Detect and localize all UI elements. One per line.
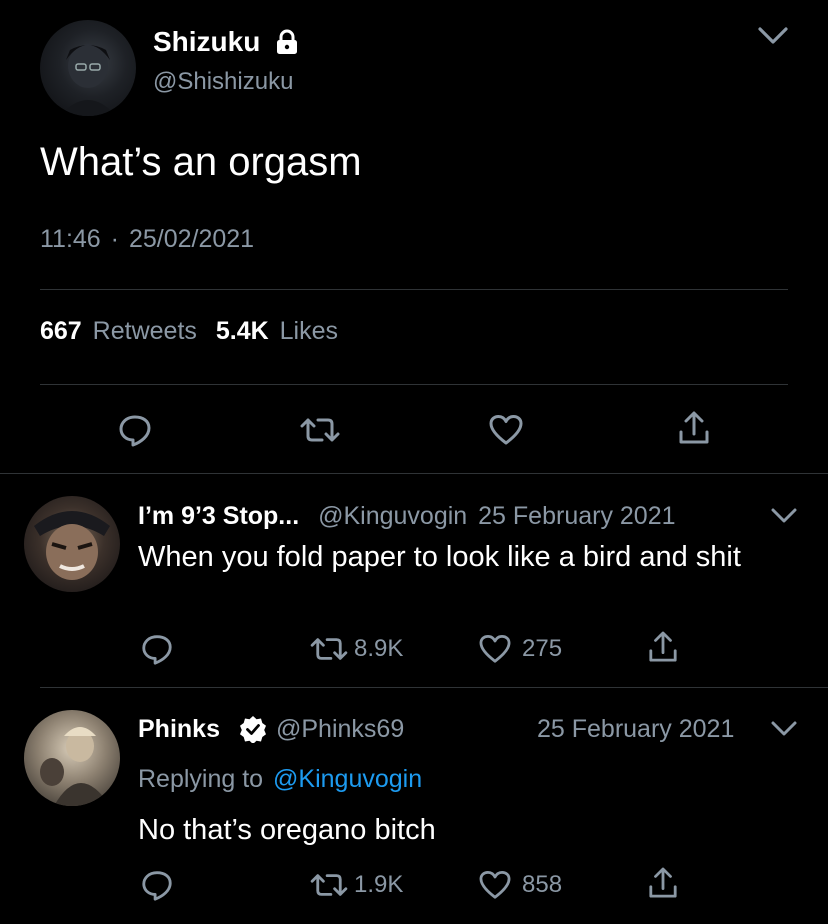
main-avatar[interactable] <box>40 20 136 116</box>
reply-date[interactable]: 25 February 2021 <box>478 502 675 530</box>
divider <box>40 687 828 688</box>
main-display-name[interactable]: Shizuku <box>153 26 260 58</box>
reply-date[interactable]: 25 February 2021 <box>537 715 734 744</box>
divider <box>40 384 788 385</box>
reply-avatar[interactable] <box>24 496 120 592</box>
reply-handle[interactable]: @Kinguvogin <box>318 502 467 530</box>
reply-icon[interactable] <box>140 632 174 666</box>
heart-icon[interactable] <box>478 870 512 900</box>
main-stats: 667 Retweets 5.4K Likes <box>40 317 338 346</box>
share-icon[interactable] <box>678 410 710 446</box>
main-timestamp: 11:46 · 25/02/2021 <box>40 225 254 254</box>
chevron-down-icon[interactable] <box>770 719 798 739</box>
like-count: 275 <box>522 635 563 662</box>
share-icon[interactable] <box>648 630 678 664</box>
main-time: 11:46 <box>40 225 101 253</box>
retweet-icon[interactable] <box>300 414 340 446</box>
reply-icon[interactable] <box>117 412 153 448</box>
retweet-count: 8.9K <box>354 635 404 662</box>
replying-to-line: Replying to @Kinguvogin <box>138 765 422 794</box>
reply-text: When you fold paper to look like a bird … <box>138 541 741 573</box>
likes-label[interactable]: Likes <box>280 317 338 345</box>
lock-icon <box>277 29 297 54</box>
main-time-separator: · <box>110 225 119 253</box>
share-icon[interactable] <box>648 866 678 900</box>
main-tweet-text: What’s an orgasm <box>40 140 362 184</box>
like-count: 858 <box>522 871 563 898</box>
verified-badge-icon <box>240 716 266 743</box>
chevron-down-icon[interactable] <box>770 506 798 526</box>
chevron-down-icon[interactable] <box>756 24 790 48</box>
reply-handle[interactable]: @Phinks69 <box>276 715 404 744</box>
retweet-icon[interactable] <box>310 634 348 664</box>
reply-text: No that’s oregano bitch <box>138 814 436 846</box>
heart-icon[interactable] <box>478 634 512 664</box>
main-handle[interactable]: @Shishizuku <box>153 68 293 96</box>
reply-display-name[interactable]: Phinks <box>138 715 220 744</box>
retweet-icon[interactable] <box>310 870 348 900</box>
heart-icon[interactable] <box>488 414 524 446</box>
reply-header: I’m 9’3 Stop... @Kinguvogin 25 February … <box>138 502 676 531</box>
retweets-count[interactable]: 667 <box>40 317 82 345</box>
replying-to-link[interactable]: @Kinguvogin <box>273 765 422 793</box>
reply-display-name[interactable]: I’m 9’3 Stop... <box>138 502 299 530</box>
avatar-figure <box>60 44 116 116</box>
divider <box>40 289 788 290</box>
replying-to-prefix: Replying to <box>138 765 264 793</box>
main-date: 25/02/2021 <box>128 225 255 253</box>
retweet-count: 1.9K <box>354 871 404 898</box>
retweets-label[interactable]: Retweets <box>93 317 197 345</box>
divider <box>0 473 828 474</box>
reply-avatar[interactable] <box>24 710 120 806</box>
likes-count[interactable]: 5.4K <box>216 317 269 345</box>
avatar-figure <box>40 727 110 806</box>
reply-icon[interactable] <box>140 868 174 902</box>
avatar-figure <box>34 511 110 580</box>
